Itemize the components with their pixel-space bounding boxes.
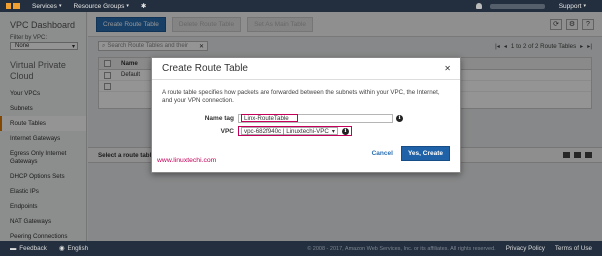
resource-groups-menu[interactable]: Resource Groups ▾ xyxy=(67,3,134,10)
vpc-select-value: vpc-682f940c | Linuxtechi-VPC xyxy=(244,127,329,135)
resource-groups-label: Resource Groups xyxy=(73,2,125,10)
support-label: Support xyxy=(558,2,582,10)
globe-icon: ◉ xyxy=(58,245,65,252)
services-menu[interactable]: Services ▾ xyxy=(26,3,67,10)
pin-icon[interactable]: ✱ xyxy=(135,2,152,10)
dialog-footer: Cancel Yes, Create xyxy=(372,146,450,161)
top-nav: Services ▾ Resource Groups ▾ ✱ Support ▾ xyxy=(0,0,602,12)
aws-logo-icon[interactable] xyxy=(0,0,26,12)
footer: ▬ Feedback ◉ English © 2008 - 2017, Amaz… xyxy=(0,241,602,256)
support-menu[interactable]: Support ▾ xyxy=(553,3,592,10)
feedback-link[interactable]: ▬ Feedback xyxy=(0,245,47,252)
feedback-icon: ▬ xyxy=(10,245,17,252)
info-icon[interactable]: i xyxy=(396,114,403,122)
chevron-down-icon: ▾ xyxy=(58,3,62,9)
name-tag-row: Name tag Linx-RouteTable i xyxy=(152,113,460,123)
services-label: Services xyxy=(32,2,57,10)
chevron-down-icon: ▾ xyxy=(583,3,586,9)
name-tag-value: Linx-RouteTable xyxy=(244,114,289,122)
vpc-label: VPC xyxy=(220,127,234,135)
copyright-text: © 2008 - 2017, Amazon Web Services, Inc.… xyxy=(307,245,496,252)
chevron-down-icon: ▾ xyxy=(126,3,129,9)
watermark-text: www.linuxtechi.com xyxy=(157,157,217,164)
language-label: English xyxy=(67,245,89,252)
account-menu[interactable] xyxy=(489,3,545,9)
close-icon[interactable]: ✕ xyxy=(444,64,460,73)
name-tag-input[interactable]: Linx-RouteTable xyxy=(238,113,393,123)
create-route-table-dialog: Create Route Table ✕ A route table speci… xyxy=(151,57,461,173)
chevron-down-icon: ▾ xyxy=(331,127,335,135)
info-icon[interactable]: i xyxy=(341,127,349,135)
name-tag-label: Name tag xyxy=(204,114,234,122)
terms-of-use-link[interactable]: Terms of Use xyxy=(555,245,592,252)
yes-create-button[interactable]: Yes, Create xyxy=(400,146,450,161)
name-tag-highlight: Linx-RouteTable xyxy=(241,114,298,122)
privacy-policy-link[interactable]: Privacy Policy xyxy=(506,245,545,252)
dialog-description: A route table specifies how packets are … xyxy=(162,89,440,104)
cancel-button[interactable]: Cancel xyxy=(372,150,393,157)
language-selector[interactable]: ◉ English xyxy=(47,245,88,252)
dialog-title: Create Route Table xyxy=(162,63,248,74)
feedback-label: Feedback xyxy=(19,245,47,252)
vpc-select-highlight: vpc-682f940c | Linuxtechi-VPC ▾ i xyxy=(238,126,352,136)
vpc-row: VPC vpc-682f940c | Linuxtechi-VPC ▾ i xyxy=(152,126,460,136)
dialog-header: Create Route Table ✕ xyxy=(152,58,460,80)
vpc-select[interactable]: vpc-682f940c | Linuxtechi-VPC ▾ xyxy=(241,127,338,135)
bell-icon[interactable] xyxy=(475,3,482,9)
